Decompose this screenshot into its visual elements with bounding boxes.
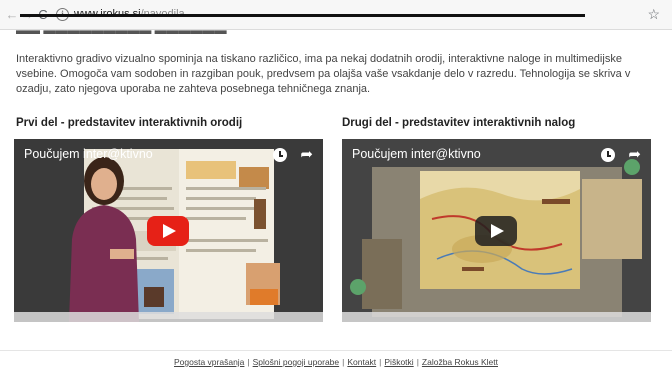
- youtube-play-button[interactable]: [147, 216, 189, 246]
- watch-later-clock-icon[interactable]: [273, 148, 287, 162]
- footer-link-terms[interactable]: Splošni pogoji uporabe: [253, 357, 339, 367]
- footer-link-publisher[interactable]: Založba Rokus Klett: [422, 357, 498, 367]
- redaction-bar: [20, 14, 585, 17]
- video-player-tools[interactable]: Poučujem inter@ktivno ➦: [14, 139, 323, 322]
- footer: Pogosta vprašanja | Splošni pogoji uporabe…: [0, 357, 672, 367]
- video-tool-strip: [342, 312, 651, 322]
- footer-divider: [0, 350, 672, 351]
- footer-separator: |: [247, 357, 250, 367]
- bookmark-star-icon[interactable]: ☆: [647, 6, 660, 23]
- video-tool-strip: [14, 312, 323, 322]
- video-player-tasks[interactable]: Poučujem inter@ktivno ➦: [342, 139, 651, 322]
- section-heading-tools: Prvi del - predstavitev interaktivnih or…: [16, 117, 243, 129]
- section-heading-tasks: Drugi del - predstavitev interaktivnih n…: [342, 117, 576, 129]
- intro-paragraph: Interaktivno gradivo vizualno spominja n…: [16, 53, 631, 95]
- footer-link-faq[interactable]: Pogosta vprašanja: [174, 357, 244, 367]
- browser-toolbar: ← → C i www.irokus.si/navodila ☆: [0, 0, 672, 30]
- footer-separator: |: [416, 357, 419, 367]
- watch-later-clock-icon[interactable]: [601, 148, 615, 162]
- video-title[interactable]: Poučujem inter@ktivno: [24, 147, 153, 161]
- video-title[interactable]: Poučujem inter@ktivno: [352, 147, 481, 161]
- footer-link-contact[interactable]: Kontakt: [347, 357, 376, 367]
- share-arrow-icon[interactable]: ➦: [300, 145, 313, 163]
- footer-link-cookies[interactable]: Piškotki: [384, 357, 413, 367]
- back-arrow-icon[interactable]: ←: [4, 7, 20, 23]
- share-arrow-icon[interactable]: ➦: [628, 145, 641, 163]
- youtube-play-button[interactable]: [475, 216, 517, 246]
- page-heading-cropped: ▬▬ ▬▬▬▬▬▬▬▬▬ ▬▬▬▬▬▬ ▬: [16, 28, 227, 38]
